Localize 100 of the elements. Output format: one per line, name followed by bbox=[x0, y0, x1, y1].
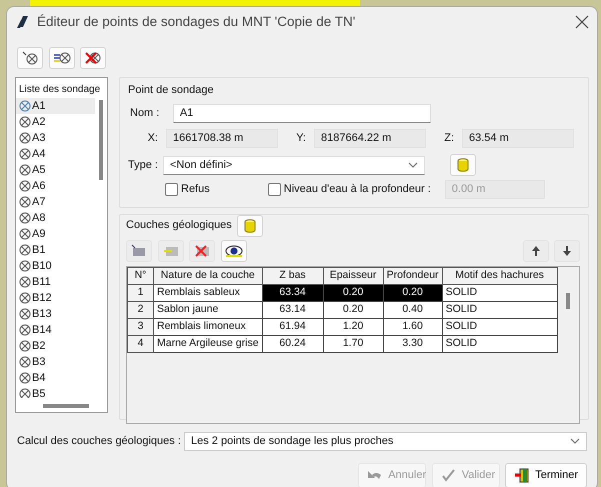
probe-point-icon bbox=[19, 132, 31, 144]
list-item[interactable]: B13 bbox=[16, 306, 95, 322]
move-down-button[interactable] bbox=[554, 240, 580, 262]
table-cell: SOLID bbox=[442, 284, 558, 301]
scrollbar-thumb[interactable] bbox=[566, 292, 570, 308]
list-item[interactable]: A6 bbox=[16, 178, 95, 194]
probe-point-icon bbox=[19, 388, 31, 398]
table-cell: SOLID bbox=[442, 335, 558, 352]
list-item[interactable]: B10 bbox=[16, 258, 95, 274]
scrollbar-thumb[interactable] bbox=[43, 404, 89, 408]
field-label: Y: bbox=[295, 131, 306, 146]
table-cell: 3.30 bbox=[383, 335, 442, 352]
probe-point-icon bbox=[19, 116, 31, 128]
table-cell: 63.34 bbox=[262, 284, 324, 301]
coordinate-field: 63.54 m bbox=[462, 129, 574, 148]
column-header[interactable]: Profondeur bbox=[383, 267, 442, 284]
probe-point-icon bbox=[19, 308, 31, 320]
list-item[interactable]: B2 bbox=[16, 338, 95, 354]
table-cell: 61.94 bbox=[262, 318, 324, 335]
checkbox-label: Refus bbox=[181, 182, 210, 198]
coordinate-field: 8187664.22 m bbox=[314, 129, 426, 148]
row-header[interactable]: 3 bbox=[128, 318, 154, 335]
depth-field: 0.00 m bbox=[444, 180, 545, 199]
list-item[interactable]: A7 bbox=[16, 194, 95, 210]
eye-icon bbox=[224, 242, 242, 258]
probe-point-icon bbox=[19, 340, 31, 352]
list-item[interactable]: A5 bbox=[16, 162, 95, 178]
list-item[interactable]: A8 bbox=[16, 210, 95, 226]
move-up-button[interactable] bbox=[522, 240, 548, 262]
toolbar-button[interactable] bbox=[220, 240, 246, 262]
window-title: Éditeur de points de sondages du MNT 'Copie de TN' bbox=[37, 12, 356, 31]
probe-point-icon bbox=[19, 292, 31, 304]
probe-point-icon bbox=[19, 212, 31, 224]
list-item[interactable]: A9 bbox=[16, 226, 95, 242]
list-item[interactable]: A4 bbox=[16, 146, 95, 162]
chevron-down-icon bbox=[570, 438, 580, 444]
arrow-down-icon bbox=[562, 244, 572, 256]
checkbox[interactable] bbox=[165, 183, 178, 196]
table-cell: Remblais sableux bbox=[154, 284, 262, 301]
field-label: Type : bbox=[128, 158, 158, 173]
delete-layer-icon bbox=[193, 242, 211, 258]
list-item[interactable]: B3 bbox=[16, 354, 95, 370]
probe-point-icon bbox=[19, 372, 31, 384]
column-header[interactable]: Nature de la couche bbox=[154, 267, 262, 284]
field-label: X: bbox=[146, 131, 158, 146]
check-icon bbox=[440, 468, 456, 482]
database-button[interactable] bbox=[450, 154, 476, 176]
table-cell: Remblais limoneux bbox=[154, 318, 262, 335]
group-title: Couches géologiques bbox=[126, 218, 232, 234]
table-cell: SOLID bbox=[442, 318, 558, 335]
checkbox[interactable] bbox=[268, 183, 281, 196]
probe-point-icon bbox=[19, 276, 31, 288]
calculation-dropdown[interactable]: Les 2 points de sondage les plus proches bbox=[184, 432, 587, 450]
list-item[interactable]: B14 bbox=[16, 322, 95, 338]
column-header[interactable]: N° bbox=[128, 267, 154, 284]
cylinder-icon bbox=[456, 157, 470, 173]
probe-point-icon bbox=[19, 356, 31, 368]
list-item[interactable]: B4 bbox=[16, 370, 95, 386]
add-layer-icon bbox=[130, 242, 148, 258]
list-item[interactable]: A2 bbox=[16, 114, 95, 130]
dialog-button[interactable]: Terminer bbox=[505, 462, 587, 487]
probe-point-icon bbox=[19, 196, 31, 208]
list-item[interactable]: B1 bbox=[16, 242, 95, 258]
field-label: Calcul des couches géologiques : bbox=[17, 434, 182, 449]
delete-point-icon bbox=[84, 50, 102, 66]
column-header[interactable]: Z bas bbox=[262, 267, 324, 284]
group-title: Point de sondage bbox=[128, 83, 215, 98]
table-cell: Marne Argileuse grise bbox=[154, 335, 262, 352]
row-header[interactable]: 2 bbox=[128, 301, 154, 318]
list-item[interactable]: B11 bbox=[16, 274, 95, 290]
table-cell: 0.40 bbox=[383, 301, 442, 318]
list-item[interactable]: B5 bbox=[16, 386, 95, 398]
table-cell: 1.60 bbox=[383, 318, 442, 335]
probe-point-icon bbox=[19, 148, 31, 160]
column-header[interactable]: Epaisseur bbox=[323, 267, 384, 284]
list-item[interactable]: A3 bbox=[16, 130, 95, 146]
list-item[interactable]: B12 bbox=[16, 290, 95, 306]
field-label: Z: bbox=[443, 131, 454, 146]
toolbar-button[interactable] bbox=[48, 47, 74, 69]
toolbar-button[interactable] bbox=[80, 47, 106, 69]
table-cell: 63.14 bbox=[262, 301, 324, 318]
probe-point-icon bbox=[19, 260, 31, 272]
list-item[interactable]: A1 bbox=[16, 98, 95, 114]
toolbar-button[interactable] bbox=[17, 47, 43, 69]
coordinate-field: 1661708.38 m bbox=[166, 129, 278, 148]
exit-door-icon bbox=[514, 468, 530, 482]
table-cell: Sablon jaune bbox=[154, 301, 262, 318]
table-cell: 0.20 bbox=[383, 284, 442, 301]
close-button[interactable] bbox=[575, 15, 589, 29]
type-dropdown[interactable]: <Non défini> bbox=[162, 156, 425, 174]
row-header[interactable]: 1 bbox=[128, 284, 154, 301]
database-button[interactable] bbox=[237, 214, 264, 236]
arrow-up-icon bbox=[530, 244, 540, 256]
table-cell: SOLID bbox=[442, 301, 558, 318]
column-header[interactable]: Motif des hachures bbox=[442, 267, 558, 284]
row-header[interactable]: 4 bbox=[128, 335, 154, 352]
add-point-icon bbox=[21, 50, 39, 66]
table-cell: 1.20 bbox=[323, 318, 384, 335]
name-field[interactable]: A1 bbox=[172, 104, 431, 123]
scrollbar-thumb[interactable] bbox=[99, 100, 103, 180]
